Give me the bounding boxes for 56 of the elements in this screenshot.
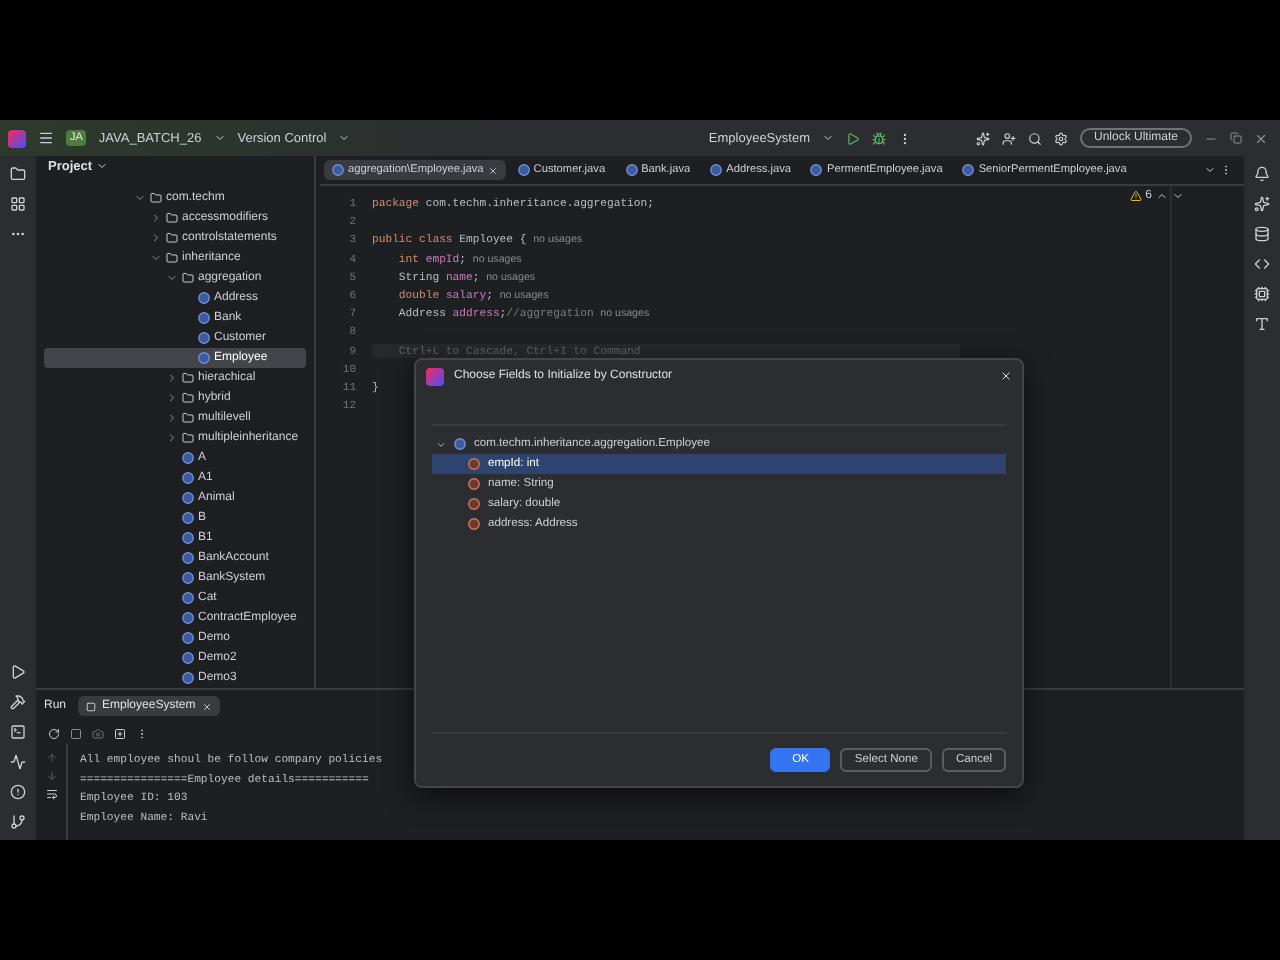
- type-icon[interactable]: [1254, 316, 1270, 332]
- class-icon: [454, 438, 466, 450]
- chevron-up-icon[interactable]: [1156, 190, 1168, 202]
- menu-icon[interactable]: [38, 130, 54, 146]
- chip-icon[interactable]: [1254, 286, 1270, 302]
- app-icon: [86, 701, 97, 711]
- class-icon: [962, 164, 975, 176]
- database-icon[interactable]: [1254, 226, 1270, 242]
- ai-icon[interactable]: [975, 131, 990, 145]
- app-logo-icon: [8, 129, 26, 147]
- folder-icon: [182, 432, 194, 444]
- git-icon[interactable]: [10, 814, 26, 830]
- run-icon[interactable]: [10, 664, 26, 680]
- settings-icon[interactable]: [1053, 131, 1068, 145]
- add-user-icon[interactable]: [1001, 131, 1016, 145]
- code-icon[interactable]: [1254, 256, 1270, 272]
- warning-icon[interactable]: [1129, 190, 1142, 202]
- folder-icon: [166, 232, 178, 244]
- folder-icon: [182, 392, 194, 404]
- class-icon: [710, 164, 723, 176]
- folder-icon: [166, 212, 178, 224]
- problems-icon[interactable]: [10, 784, 26, 800]
- folder-icon: [150, 192, 162, 204]
- structure-icon[interactable]: [10, 196, 26, 212]
- ai-icon[interactable]: [1254, 196, 1270, 212]
- chevron-down-icon[interactable]: [1172, 190, 1184, 202]
- chevron-down-icon[interactable]: [436, 439, 446, 449]
- chevron-down-icon[interactable]: [821, 132, 834, 144]
- chevron-down-icon[interactable]: [338, 132, 351, 144]
- search-icon[interactable]: [1027, 131, 1042, 145]
- class-icon: [625, 164, 638, 176]
- terminal-icon[interactable]: [10, 724, 26, 740]
- class-icon: [810, 164, 823, 176]
- bell-icon[interactable]: [1254, 166, 1270, 182]
- camera-icon[interactable]: [92, 727, 104, 739]
- rerun-icon[interactable]: [48, 727, 60, 739]
- run-icon[interactable]: [845, 131, 860, 145]
- chevron-down-icon[interactable]: [213, 132, 226, 144]
- restore-icon[interactable]: [1230, 132, 1242, 144]
- folder-icon: [182, 272, 194, 284]
- chevron-down-icon[interactable]: [96, 160, 109, 172]
- folder-icon: [182, 412, 194, 424]
- folder-icon: [166, 252, 178, 264]
- build-icon[interactable]: [10, 694, 26, 710]
- stop-icon[interactable]: [70, 727, 82, 739]
- services-icon[interactable]: [10, 754, 26, 770]
- add-icon[interactable]: [114, 727, 126, 739]
- class-icon: [517, 164, 530, 176]
- chevron-down-icon[interactable]: [1204, 164, 1216, 176]
- wrap-icon[interactable]: [45, 788, 57, 800]
- close-icon[interactable]: [1254, 131, 1268, 145]
- class-icon: [332, 164, 344, 176]
- debug-icon[interactable]: [871, 131, 886, 145]
- folder-icon: [182, 372, 194, 384]
- folder-icon[interactable]: [10, 166, 26, 182]
- app-logo-icon: [426, 367, 444, 385]
